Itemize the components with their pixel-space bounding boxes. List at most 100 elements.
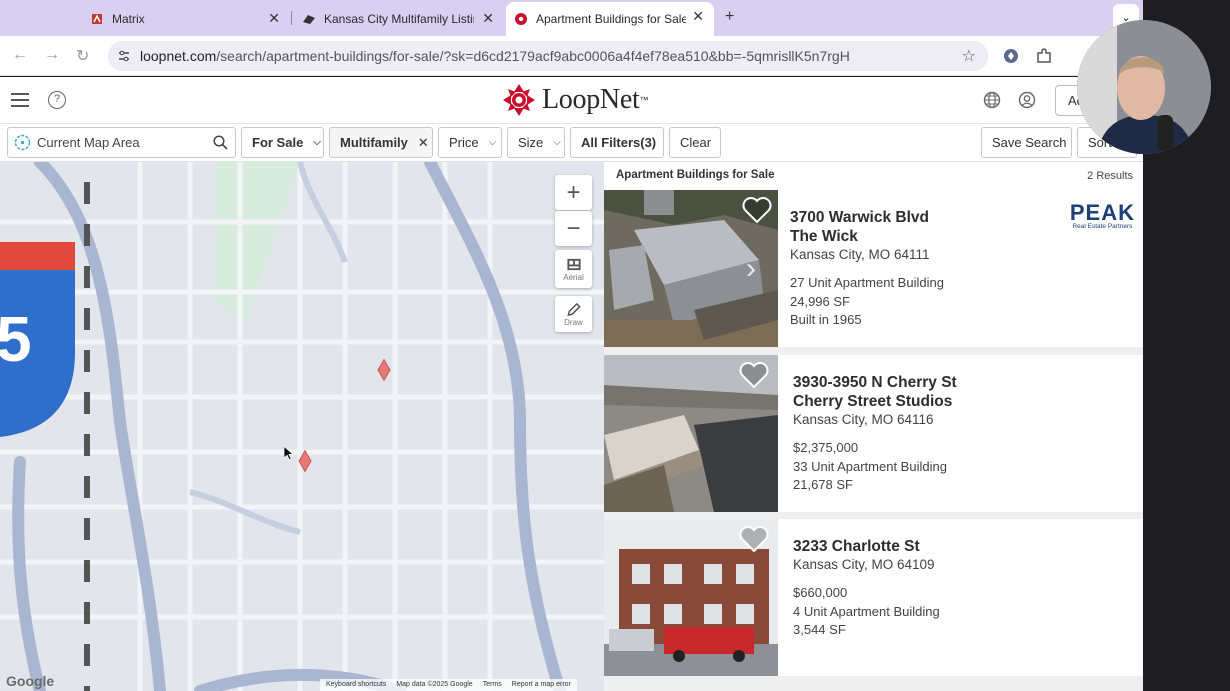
webcam-overlay: [1077, 20, 1211, 154]
tab-kansas-city-listings[interactable]: Kansas City Multifamily Listin ✕: [294, 4, 504, 34]
chevron-down-icon: ⌵: [488, 137, 497, 148]
extension-icon[interactable]: [1002, 47, 1020, 65]
map-area-icon: [14, 134, 31, 151]
zoom-out-button[interactable]: −: [555, 211, 592, 246]
listing-card[interactable]: 3233 Charlotte St Kansas City, MO 64109 …: [604, 519, 1143, 676]
listing-size: 21,678 SF: [793, 477, 853, 492]
listing-card[interactable]: › 3700 Warwick Blvd The Wick Kansas City…: [604, 190, 1143, 347]
listing-address[interactable]: 3700 Warwick Blvd: [790, 208, 944, 227]
listing-units: 33 Unit Apartment Building: [793, 458, 947, 474]
zoom-in-button[interactable]: +: [555, 175, 592, 210]
listing-year-built: Built in 1965: [790, 312, 862, 327]
listing-info: 3700 Warwick Blvd The Wick Kansas City, …: [790, 208, 944, 330]
highway-shield-number: 5: [0, 303, 32, 375]
report-map-error-link[interactable]: Report a map error: [512, 681, 571, 689]
help-icon[interactable]: ?: [48, 91, 66, 109]
listing-size: 24,996 SF: [790, 293, 850, 309]
next-photo-arrow-icon[interactable]: ›: [746, 252, 756, 286]
tab-divider: [291, 11, 292, 25]
chevron-down-icon: ⌵: [313, 137, 321, 148]
all-filters-button[interactable]: All Filters(3): [570, 127, 664, 158]
browser-toolbar: ← → ↻ loopnet.com/search/apartment-build…: [0, 36, 1143, 76]
filter-bar: Current Map Area For Sale ⌵ Multifamily ✕ …: [0, 124, 1143, 162]
search-icon[interactable]: [213, 135, 228, 150]
listing-photo[interactable]: ›: [604, 190, 778, 347]
listing-city: Kansas City, MO 64111: [790, 247, 930, 262]
google-logo: Google: [6, 673, 55, 689]
size-label: Size: [518, 135, 544, 150]
listing-card[interactable]: 3930-3950 N Cherry St Cherry Street Stud…: [604, 355, 1143, 512]
multifamily-filter-chip[interactable]: Multifamily ✕: [329, 127, 433, 158]
tab-close-icon[interactable]: ✕: [268, 10, 280, 27]
loopnet-logo[interactable]: LoopNet ™: [502, 83, 648, 117]
clear-filters-button[interactable]: Clear: [669, 127, 721, 158]
save-search-button[interactable]: Save Search: [981, 127, 1072, 158]
listing-units: 27 Unit Apartment Building: [790, 275, 944, 290]
results-panel: Apartment Buildings for Sale 2 Results ›: [604, 162, 1143, 691]
url-domain: loopnet.com: [140, 48, 217, 64]
back-button[interactable]: ←: [12, 46, 28, 64]
clear-chip-icon[interactable]: ✕: [418, 135, 429, 151]
globe-icon[interactable]: [983, 91, 1001, 109]
user-account-icon[interactable]: [1018, 91, 1036, 109]
size-dropdown[interactable]: Size ⌵: [507, 127, 565, 158]
listing-price: $2,375,000: [793, 440, 859, 455]
map-view[interactable]: 5 + − Aerial Draw Google Keyboard shortc…: [0, 162, 604, 691]
site-info-icon[interactable]: [116, 48, 132, 64]
loopnet-mark-icon: [503, 84, 535, 116]
matrix-favicon-icon: [92, 14, 102, 24]
keyboard-shortcuts-link[interactable]: Keyboard shortcuts: [326, 681, 386, 689]
listing-units: 4 Unit Apartment Building: [793, 603, 940, 619]
reload-button[interactable]: ↻: [76, 46, 89, 66]
draw-label: Draw: [564, 317, 583, 327]
results-header: Apartment Buildings for Sale 2 Results: [604, 162, 1143, 190]
browser-tabstrip: Matrix ✕ Kansas City Multifamily Listin …: [0, 0, 1143, 36]
listing-photo[interactable]: [604, 355, 778, 512]
favorite-heart-icon[interactable]: [742, 196, 772, 224]
tab-matrix[interactable]: Matrix ✕: [80, 4, 290, 34]
terms-link[interactable]: Terms: [483, 681, 502, 689]
map-roads: [0, 162, 604, 691]
listing-city: Kansas City, MO 64109: [793, 557, 935, 572]
for-sale-dropdown[interactable]: For Sale ⌵: [241, 127, 324, 158]
forward-button[interactable]: →: [44, 46, 60, 64]
new-tab-button[interactable]: +: [725, 8, 734, 26]
map-pin-icon[interactable]: [377, 358, 391, 382]
tab-close-icon[interactable]: ✕: [482, 10, 494, 27]
listing-photo[interactable]: [604, 519, 778, 676]
listing-address[interactable]: 3233 Charlotte St: [793, 537, 940, 556]
logo-trademark: ™: [639, 95, 649, 105]
tab-apartment-buildings[interactable]: Apartment Buildings for Sale ✕: [506, 2, 714, 36]
bookmark-star-icon[interactable]: ☆: [962, 46, 976, 66]
loopnet-favicon-icon: [515, 13, 527, 25]
draw-button[interactable]: Draw: [555, 296, 592, 332]
price-dropdown[interactable]: Price ⌵: [438, 127, 502, 158]
map-pin-icon[interactable]: [298, 449, 312, 473]
location-search-input[interactable]: Current Map Area: [7, 127, 236, 158]
tab-title: Kansas City Multifamily Listin: [324, 12, 474, 26]
address-bar[interactable]: loopnet.com/search/apartment-buildings/f…: [108, 41, 988, 71]
tab-close-icon[interactable]: ✕: [692, 8, 704, 25]
listing-name[interactable]: Cherry Street Studios: [793, 392, 957, 411]
broker-logo-sub: Real Estate Partners: [1072, 223, 1133, 230]
listing-info: 3233 Charlotte St Kansas City, MO 64109 …: [793, 537, 940, 640]
price-label: Price: [449, 135, 479, 150]
for-sale-label: For Sale: [252, 135, 304, 150]
menu-icon[interactable]: [11, 93, 29, 107]
broker-logo[interactable]: PEAK Real Estate Partners: [1070, 200, 1135, 230]
url-path: /search/apartment-buildings/for-sale/?sk…: [216, 48, 850, 64]
favorite-heart-icon[interactable]: [739, 361, 769, 389]
map-data-attribution: Map data ©2025 Google: [396, 681, 473, 688]
tab-title: Apartment Buildings for Sale: [536, 12, 686, 26]
listing-name[interactable]: The Wick: [790, 227, 944, 246]
chevron-down-icon: ⌵: [553, 137, 561, 148]
pencil-icon: [566, 302, 581, 316]
listing-address[interactable]: 3930-3950 N Cherry St: [793, 373, 957, 392]
mouse-cursor-icon: [284, 446, 293, 461]
aerial-button[interactable]: Aerial: [555, 250, 592, 288]
results-title: Apartment Buildings for Sale: [616, 169, 775, 181]
puzzle-extensions-icon[interactable]: [1035, 47, 1053, 65]
listing-favicon-icon: [303, 15, 315, 24]
favorite-heart-icon[interactable]: [739, 525, 769, 553]
listing-info: 3930-3950 N Cherry St Cherry Street Stud…: [793, 373, 957, 495]
